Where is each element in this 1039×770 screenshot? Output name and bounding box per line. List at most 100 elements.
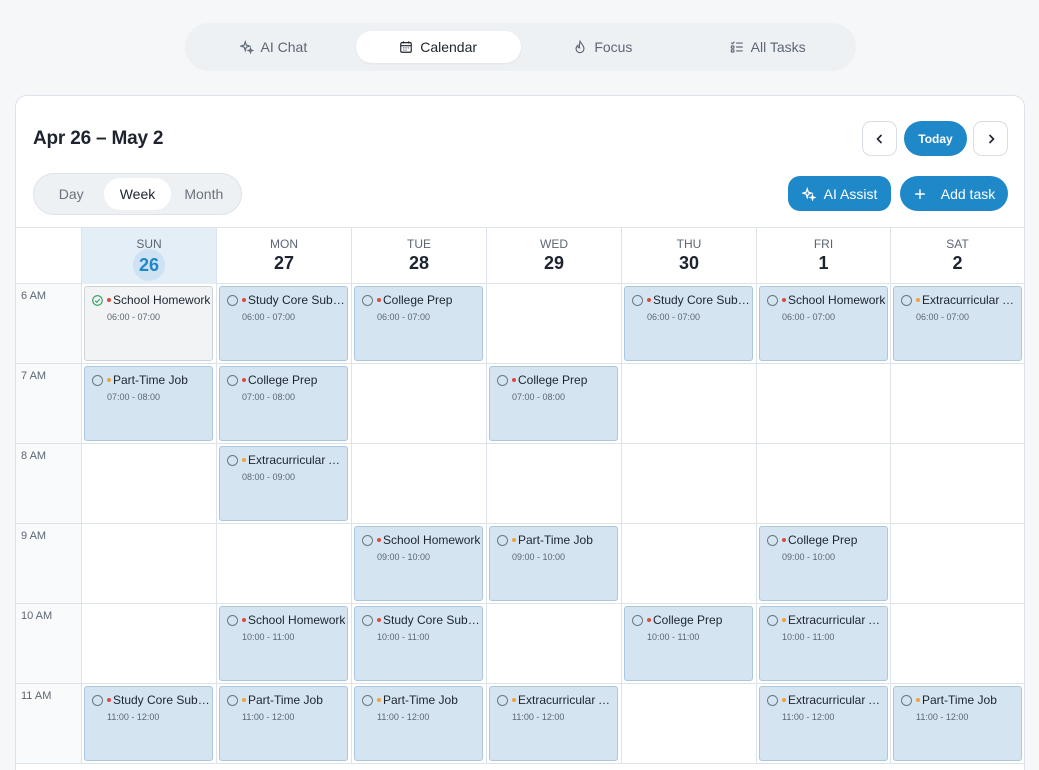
task-checkbox[interactable] bbox=[901, 694, 912, 706]
task-event-title: College Prep bbox=[653, 613, 723, 627]
task-checkbox[interactable] bbox=[227, 374, 238, 386]
task-event[interactable]: Extracurricular Activities 11:00 - 12:00 bbox=[489, 686, 618, 761]
task-checkbox[interactable] bbox=[227, 454, 238, 466]
priority-dot bbox=[512, 378, 516, 382]
priority-dot bbox=[242, 458, 246, 462]
task-event[interactable]: Part-Time Job 11:00 - 12:00 bbox=[219, 686, 348, 761]
task-checkbox[interactable] bbox=[767, 294, 778, 306]
add-task-label: Add task bbox=[940, 185, 996, 202]
task-checkbox[interactable] bbox=[901, 294, 912, 306]
tab-focus[interactable]: Focus bbox=[521, 31, 686, 63]
day-header-thu[interactable]: THU 30 bbox=[621, 228, 756, 284]
task-checkbox[interactable] bbox=[362, 294, 373, 306]
task-event-title: Study Core Subjects bbox=[653, 293, 752, 307]
column-divider bbox=[621, 284, 622, 764]
task-event[interactable]: College Prep 07:00 - 08:00 bbox=[219, 366, 348, 441]
add-task-button[interactable]: Add task bbox=[900, 176, 1008, 211]
task-event-header: Part-Time Job bbox=[497, 533, 617, 547]
task-checkbox[interactable] bbox=[362, 694, 373, 706]
task-checkbox[interactable] bbox=[227, 614, 238, 626]
task-event-title: Part-Time Job bbox=[248, 693, 323, 707]
task-checkbox[interactable] bbox=[227, 694, 238, 706]
task-checkbox[interactable] bbox=[227, 294, 238, 306]
task-event-title: College Prep bbox=[788, 533, 858, 547]
task-checkbox[interactable] bbox=[497, 534, 508, 546]
tab-all-tasks-label: All Tasks bbox=[750, 39, 806, 55]
day-header-wed[interactable]: WED 29 bbox=[486, 228, 621, 284]
task-event-title: Part-Time Job bbox=[518, 533, 593, 547]
task-event[interactable]: School Homework 10:00 - 11:00 bbox=[219, 606, 348, 681]
task-checkbox[interactable] bbox=[632, 294, 643, 306]
task-event[interactable]: Extracurricular Activities 06:00 - 07:00 bbox=[893, 286, 1022, 361]
task-checkbox[interactable] bbox=[362, 614, 373, 626]
task-event[interactable]: Part-Time Job 11:00 - 12:00 bbox=[354, 686, 483, 761]
task-event-header: Part-Time Job bbox=[362, 693, 482, 707]
task-checkbox[interactable] bbox=[362, 534, 373, 546]
today-button[interactable]: Today bbox=[904, 121, 967, 156]
task-event-header: Part-Time Job bbox=[901, 693, 1021, 707]
tab-calendar[interactable]: Calendar bbox=[355, 31, 521, 63]
tab-calendar-label: Calendar bbox=[420, 39, 478, 55]
task-event-header: Study Core Subjects bbox=[362, 613, 482, 627]
task-event[interactable]: Part-Time Job 11:00 - 12:00 bbox=[893, 686, 1022, 761]
tab-ai-chat[interactable]: AI Chat bbox=[191, 31, 356, 63]
chevron-left-icon bbox=[875, 133, 882, 144]
task-event-header: Extracurricular Activities bbox=[767, 693, 887, 707]
task-event[interactable]: College Prep 10:00 - 11:00 bbox=[624, 606, 753, 681]
plus-icon bbox=[914, 188, 925, 199]
day-header-sat[interactable]: SAT 2 bbox=[890, 228, 1024, 284]
previous-week-button[interactable] bbox=[862, 121, 897, 156]
view-day-button[interactable]: Day bbox=[38, 178, 104, 210]
priority-dot bbox=[512, 698, 516, 702]
hour-row[interactable]: 8 AM bbox=[16, 444, 1024, 524]
task-checkbox[interactable] bbox=[767, 614, 778, 626]
task-event[interactable]: Extracurricular Activities 08:00 - 09:00 bbox=[219, 446, 348, 521]
task-event[interactable]: Extracurricular Activities 11:00 - 12:00 bbox=[759, 686, 888, 761]
next-week-button[interactable] bbox=[973, 121, 1008, 156]
week-grid: SUN 26 MON 27 TUE 28 WED 29 THU 30 FRI 1 SAT 2 6 AM 7 … bbox=[16, 227, 1024, 764]
task-event[interactable]: Study Core Subjects 11:00 - 12:00 bbox=[84, 686, 213, 761]
day-header-fri[interactable]: FRI 1 bbox=[756, 228, 890, 284]
column-divider bbox=[486, 284, 487, 764]
task-checkbox[interactable] bbox=[497, 694, 508, 706]
task-event[interactable]: College Prep 07:00 - 08:00 bbox=[489, 366, 618, 441]
task-event-title: Study Core Subjects bbox=[113, 693, 212, 707]
task-event[interactable]: College Prep 06:00 - 07:00 bbox=[354, 286, 483, 361]
task-event[interactable]: College Prep 09:00 - 10:00 bbox=[759, 526, 888, 601]
task-event[interactable]: Part-Time Job 07:00 - 08:00 bbox=[84, 366, 213, 441]
view-month-button[interactable]: Month bbox=[171, 178, 237, 210]
task-event[interactable]: School Homework 06:00 - 07:00 bbox=[84, 286, 213, 361]
task-checkbox[interactable] bbox=[767, 534, 778, 546]
task-checkbox[interactable] bbox=[497, 374, 508, 386]
task-event[interactable]: Extracurricular Activities 10:00 - 11:00 bbox=[759, 606, 888, 681]
task-checkbox[interactable] bbox=[92, 694, 103, 706]
task-event-title: Extracurricular Activities bbox=[922, 293, 1021, 307]
priority-dot bbox=[107, 378, 111, 382]
task-checkbox[interactable] bbox=[632, 614, 643, 626]
task-event-title: College Prep bbox=[518, 373, 588, 387]
view-week-button[interactable]: Week bbox=[104, 178, 171, 210]
task-event[interactable]: Study Core Subjects 06:00 - 07:00 bbox=[624, 286, 753, 361]
tab-all-tasks[interactable]: All Tasks bbox=[685, 31, 850, 63]
chevron-right-icon bbox=[988, 133, 995, 144]
day-name: MON bbox=[270, 237, 298, 251]
task-event[interactable]: Part-Time Job 09:00 - 10:00 bbox=[489, 526, 618, 601]
task-checkbox[interactable] bbox=[767, 694, 778, 706]
completed-check-icon[interactable] bbox=[92, 294, 103, 306]
task-event-header: College Prep bbox=[497, 373, 617, 387]
day-name: TUE bbox=[407, 237, 431, 251]
day-header-tue[interactable]: TUE 28 bbox=[351, 228, 486, 284]
day-header-mon[interactable]: MON 27 bbox=[216, 228, 351, 284]
ai-assist-button[interactable]: AI Assist bbox=[788, 176, 891, 211]
task-event[interactable]: Study Core Subjects 06:00 - 07:00 bbox=[219, 286, 348, 361]
priority-dot bbox=[242, 698, 246, 702]
day-header-sun[interactable]: SUN 26 bbox=[81, 228, 216, 284]
task-event[interactable]: School Homework 09:00 - 10:00 bbox=[354, 526, 483, 601]
task-checkbox[interactable] bbox=[92, 374, 103, 386]
task-event[interactable]: School Homework 06:00 - 07:00 bbox=[759, 286, 888, 361]
task-event-time: 11:00 - 12:00 bbox=[916, 712, 969, 722]
tab-ai-chat-label: AI Chat bbox=[260, 39, 308, 55]
day-number: 26 bbox=[133, 249, 165, 281]
task-event[interactable]: Study Core Subjects 10:00 - 11:00 bbox=[354, 606, 483, 681]
task-event-title: Part-Time Job bbox=[113, 373, 188, 387]
